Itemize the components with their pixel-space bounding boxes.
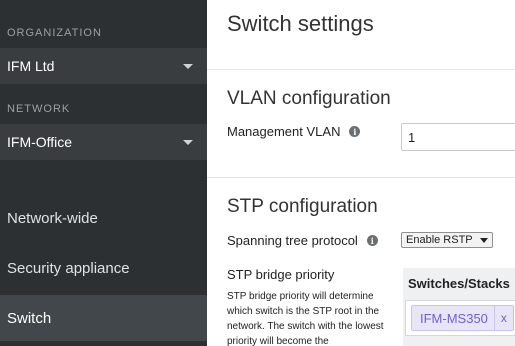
- organization-select[interactable]: IFM Ltd: [0, 48, 207, 84]
- vlan-section-title: VLAN configuration: [227, 88, 391, 109]
- sidebar-item-label: Security appliance: [7, 259, 130, 277]
- network-select[interactable]: IFM-Office: [0, 124, 207, 160]
- organization-section-label: ORGANIZATION: [7, 27, 102, 39]
- sidebar: ORGANIZATION IFM Ltd NETWORK IFM-Office …: [0, 0, 207, 346]
- management-vlan-label-row: Management VLAN i: [227, 124, 361, 139]
- management-vlan-input[interactable]: [401, 123, 515, 151]
- sidebar-item-security-appliance[interactable]: Security appliance: [0, 245, 207, 291]
- info-icon[interactable]: i: [349, 126, 361, 137]
- network-section-label: NETWORK: [7, 103, 71, 115]
- switch-tag-label: IFM-MS350: [420, 310, 488, 326]
- remove-tag-button[interactable]: x: [493, 306, 513, 330]
- sidebar-item-label: Switch: [7, 309, 52, 327]
- organization-select-value: IFM Ltd: [7, 58, 55, 74]
- divider: [207, 69, 515, 70]
- main-content: Switch settings VLAN configuration Manag…: [207, 0, 515, 346]
- sidebar-item-network-wide[interactable]: Network-wide: [0, 195, 207, 241]
- info-icon[interactable]: i: [366, 235, 378, 246]
- divider: [207, 177, 515, 178]
- chevron-down-icon: [183, 139, 193, 145]
- sidebar-item-switch[interactable]: Switch: [0, 295, 207, 341]
- sidebar-item-label: Network-wide: [7, 209, 98, 227]
- network-select-value: IFM-Office: [7, 134, 73, 150]
- switches-stacks-panel: Switches/Stacks IFM-MS350 x: [403, 268, 515, 346]
- spanning-tree-select-value: Enable RSTP: [406, 234, 473, 246]
- spanning-tree-label-row: Spanning tree protocol i: [227, 233, 378, 248]
- spanning-tree-select[interactable]: Enable RSTP: [401, 232, 493, 248]
- chevron-down-icon: [183, 63, 193, 69]
- page-title: Switch settings: [227, 11, 374, 36]
- bridge-priority-description: STP bridge priority will determine which…: [227, 291, 384, 346]
- bridge-priority-label: STP bridge priority: [227, 267, 335, 282]
- spanning-tree-label: Spanning tree protocol: [227, 233, 358, 248]
- stp-section-title: STP configuration: [227, 196, 378, 217]
- chevron-down-icon: [480, 237, 488, 243]
- bridge-priority-label-row: STP bridge priority: [227, 267, 334, 282]
- switches-stacks-header: Switches/Stacks: [408, 275, 510, 291]
- switch-tag: IFM-MS350 x: [411, 305, 514, 331]
- management-vlan-label: Management VLAN: [227, 124, 341, 139]
